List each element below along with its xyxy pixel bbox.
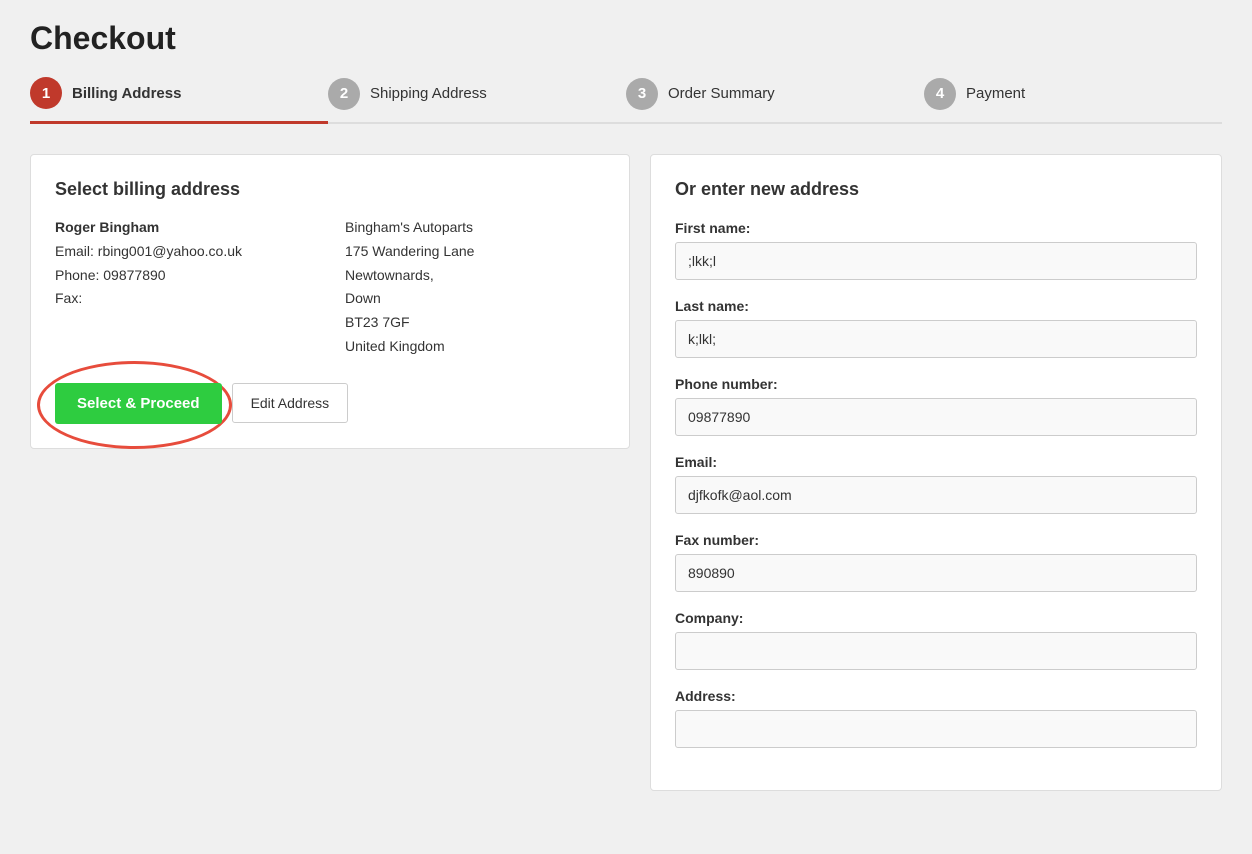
address-left: Roger Bingham Email: rbing001@yahoo.co.u… [55, 216, 315, 359]
address-group: Address: [675, 688, 1197, 748]
email-group: Email: [675, 454, 1197, 514]
last-name-group: Last name: [675, 298, 1197, 358]
first-name-label: First name: [675, 220, 1197, 236]
address-line1: 175 Wandering Lane [345, 240, 605, 264]
address-label: Address: [675, 688, 1197, 704]
step-number-3: 3 [626, 78, 658, 110]
fax-group: Fax number: [675, 532, 1197, 592]
first-name-input[interactable] [675, 242, 1197, 280]
address-line5: United Kingdom [345, 335, 605, 359]
email-line: Email: rbing001@yahoo.co.uk [55, 240, 315, 264]
first-name-group: First name: [675, 220, 1197, 280]
step-payment[interactable]: 4 Payment [924, 78, 1222, 122]
page-title: Checkout [30, 20, 1222, 57]
fax-input[interactable] [675, 554, 1197, 592]
company-label: Company: [675, 610, 1197, 626]
step-label-billing: Billing Address [72, 85, 181, 102]
phone-group: Phone number: [675, 376, 1197, 436]
last-name-label: Last name: [675, 298, 1197, 314]
billing-address-card: Select billing address Roger Bingham Ema… [30, 154, 630, 449]
contact-name: Roger Bingham [55, 219, 159, 235]
main-content: Select billing address Roger Bingham Ema… [30, 154, 1222, 791]
right-panel: Or enter new address First name: Last na… [650, 154, 1222, 791]
left-panel: Select billing address Roger Bingham Ema… [30, 154, 630, 791]
last-name-input[interactable] [675, 320, 1197, 358]
email-value: rbing001@yahoo.co.uk [98, 243, 242, 259]
step-order-summary[interactable]: 3 Order Summary [626, 78, 924, 122]
new-address-title: Or enter new address [675, 179, 1197, 200]
address-info: Roger Bingham Email: rbing001@yahoo.co.u… [55, 216, 605, 359]
steps-bar: 1 Billing Address 2 Shipping Address 3 O… [30, 77, 1222, 124]
company-input[interactable] [675, 632, 1197, 670]
email-input[interactable] [675, 476, 1197, 514]
select-proceed-button[interactable]: Select & Proceed [55, 383, 222, 424]
email-label: Email: [675, 454, 1197, 470]
address-right: Bingham's Autoparts 175 Wandering Lane N… [345, 216, 605, 359]
step-number-2: 2 [328, 78, 360, 110]
step-label-payment: Payment [966, 85, 1025, 102]
address-input[interactable] [675, 710, 1197, 748]
fax-label: Fax number: [675, 532, 1197, 548]
address-line4: BT23 7GF [345, 311, 605, 335]
company-name: Bingham's Autoparts [345, 216, 605, 240]
billing-section-title: Select billing address [55, 179, 605, 200]
step-number-4: 4 [924, 78, 956, 110]
phone-value: 09877890 [103, 267, 165, 283]
step-billing[interactable]: 1 Billing Address [30, 77, 328, 124]
phone-line: Phone: 09877890 [55, 264, 315, 288]
button-row: Select & Proceed Edit Address [55, 383, 605, 424]
step-label-shipping: Shipping Address [370, 85, 487, 102]
edit-address-button[interactable]: Edit Address [232, 383, 349, 423]
company-group: Company: [675, 610, 1197, 670]
address-line2: Newtownards, [345, 264, 605, 288]
step-label-order: Order Summary [668, 85, 775, 102]
step-shipping[interactable]: 2 Shipping Address [328, 78, 626, 122]
phone-input[interactable] [675, 398, 1197, 436]
address-line3: Down [345, 287, 605, 311]
step-number-1: 1 [30, 77, 62, 109]
phone-label: Phone number: [675, 376, 1197, 392]
fax-line: Fax: [55, 287, 315, 311]
